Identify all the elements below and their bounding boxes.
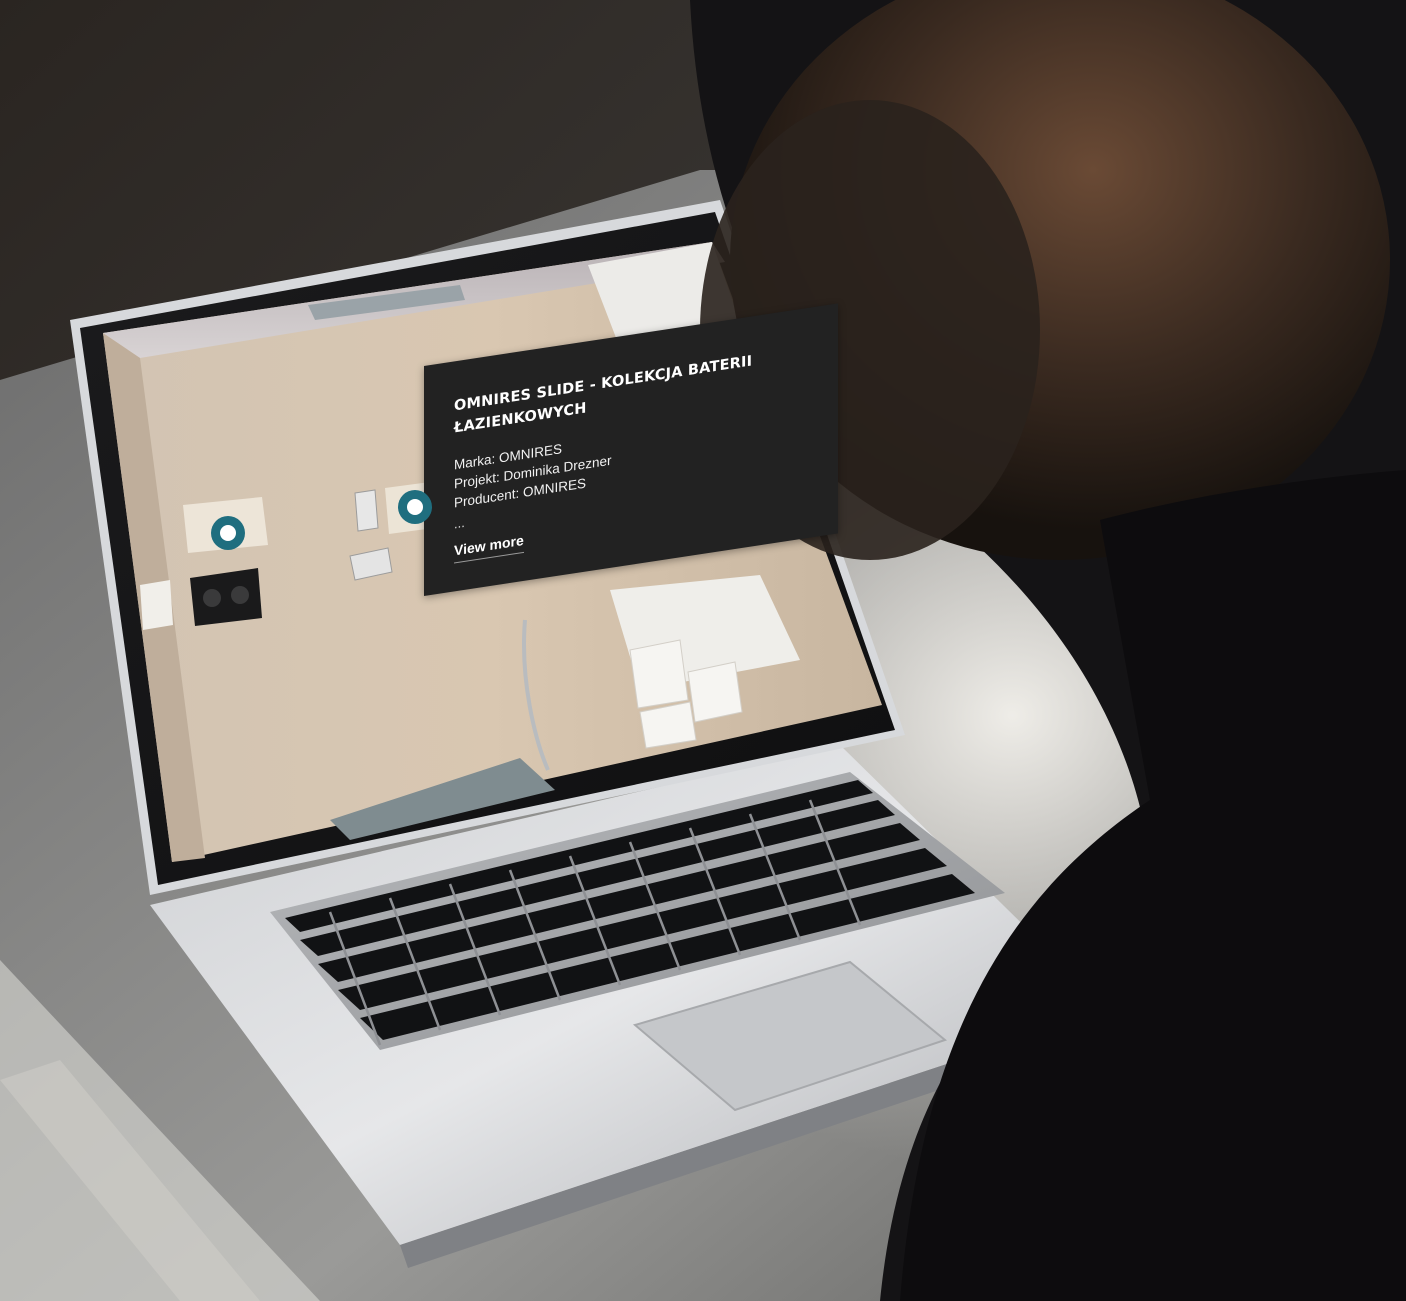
laptop-photo <box>0 0 1406 1301</box>
hotspot-marker-icon[interactable] <box>398 490 432 524</box>
hotspot-marker-icon[interactable] <box>211 516 245 550</box>
view-more-link[interactable]: View more <box>454 531 524 564</box>
